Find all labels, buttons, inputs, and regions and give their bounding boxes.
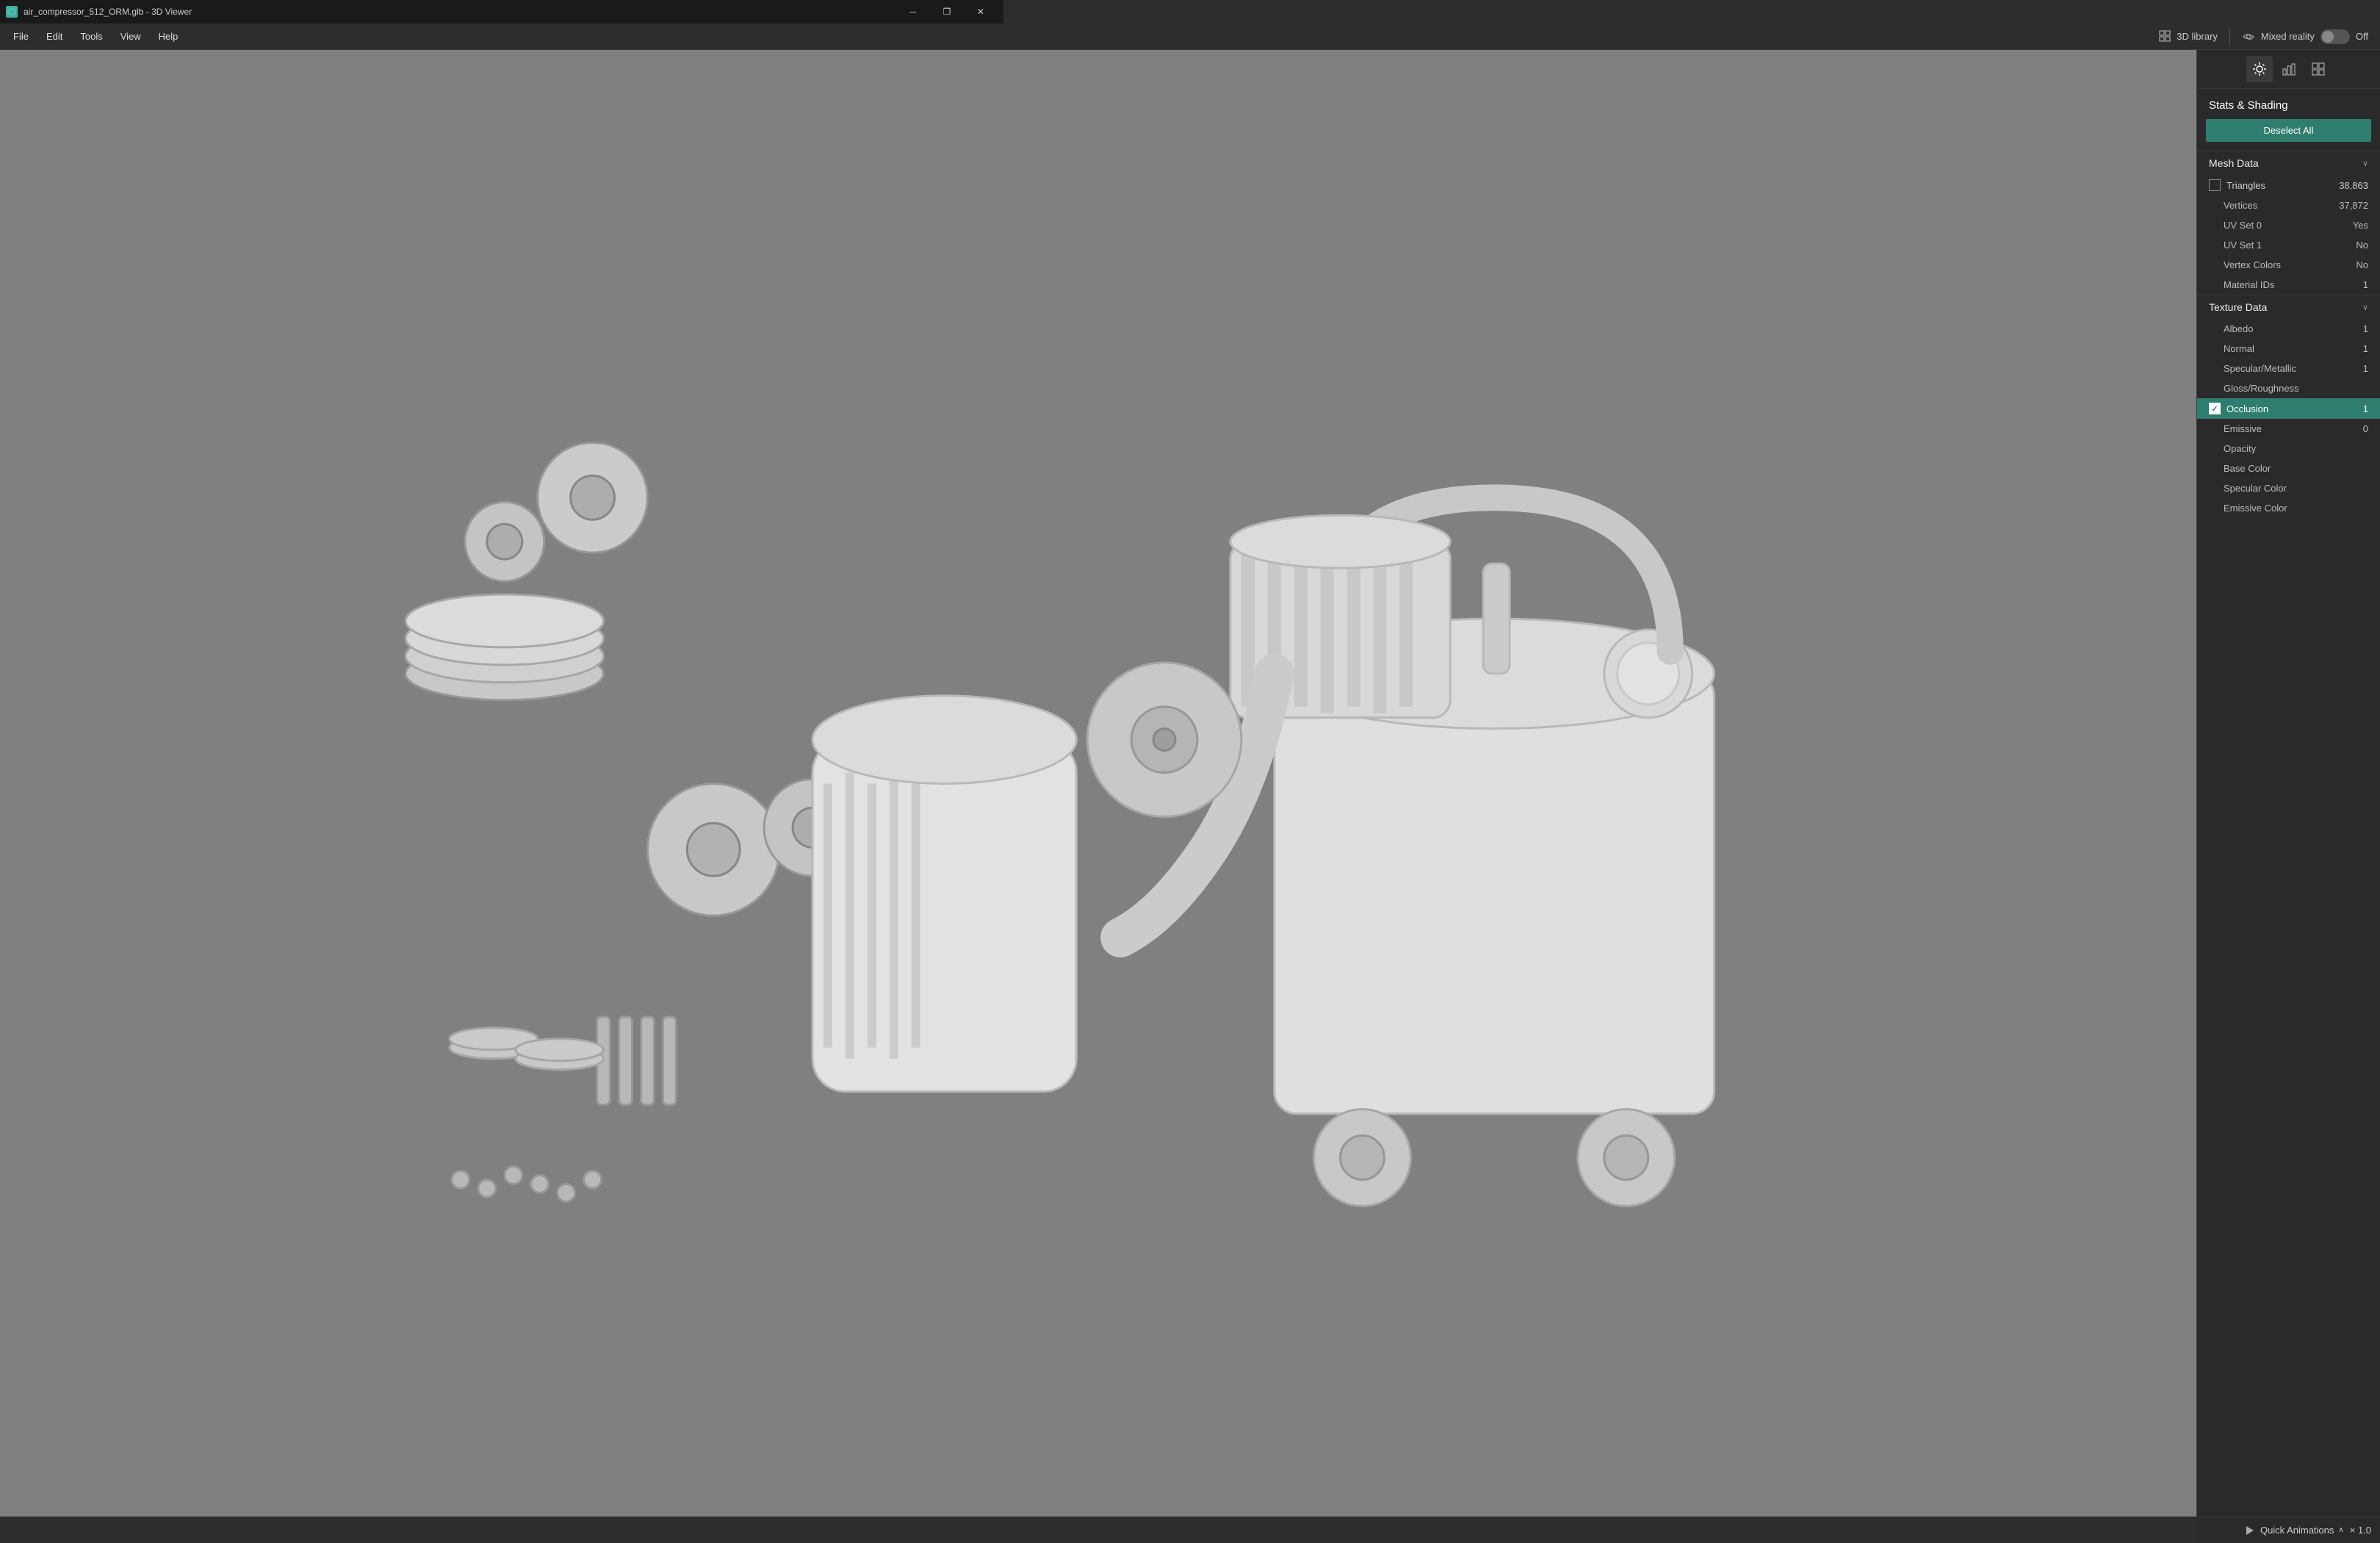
triangles-label: Triangles — [2226, 180, 2265, 191]
grid-icon — [2311, 62, 2326, 76]
scale-label: × 1.0 — [2350, 1525, 2371, 1536]
albedo-row: Albedo 1 — [2197, 319, 2380, 339]
menu-help[interactable]: Help — [151, 28, 186, 45]
bottom-bar: Quick Animations ∧ × 1.0 — [2196, 1517, 2380, 1543]
mixed-reality-icon — [2242, 30, 2255, 43]
uv-set-1-value: No — [2356, 240, 2368, 251]
specular-metallic-label: Specular/Metallic — [2224, 363, 2296, 374]
vertices-label: Vertices — [2224, 200, 2257, 211]
library-label: 3D library — [2177, 31, 2218, 42]
vertices-row: Vertices 37,872 — [2197, 195, 2380, 215]
mixed-reality-toggle[interactable] — [2320, 29, 2350, 44]
animation-icon — [2244, 1525, 2256, 1536]
emissive-color-label: Emissive Color — [2224, 503, 2287, 514]
emissive-row: Emissive 0 — [2197, 419, 2380, 439]
menu-file[interactable]: File — [6, 28, 36, 45]
gloss-roughness-row: Gloss/Roughness — [2197, 378, 2380, 398]
triangles-value: 38,863 — [2339, 180, 2368, 191]
quick-animations-label: Quick Animations — [2260, 1525, 2334, 1536]
occlusion-checkbox[interactable] — [2209, 403, 2221, 414]
vertex-colors-value: No — [2356, 259, 2368, 270]
uv-set-0-row: UV Set 0 Yes — [2197, 215, 2380, 235]
normal-label: Normal — [2224, 343, 2254, 354]
opacity-label: Opacity — [2224, 443, 2256, 454]
app-icon — [6, 6, 18, 18]
3d-library-button[interactable]: 3D library — [2159, 30, 2218, 43]
uv-set-0-label: UV Set 0 — [2224, 220, 2262, 231]
material-ids-label: Material IDs — [2224, 279, 2274, 290]
specular-color-label: Specular Color — [2224, 483, 2287, 494]
mesh-data-header[interactable]: Mesh Data ∨ — [2197, 151, 2380, 175]
menu-edit[interactable]: Edit — [39, 28, 70, 45]
titlebar-left: air_compressor_512_ORM.glb - 3D Viewer — [6, 6, 192, 18]
occlusion-row[interactable]: Occlusion 1 — [2197, 398, 2380, 419]
menubar: File Edit Tools View Help — [0, 28, 185, 45]
uv-set-1-row: UV Set 1 No — [2197, 235, 2380, 255]
uv-set-0-value: Yes — [2353, 220, 2368, 231]
toggle-state-label: Off — [2356, 31, 2368, 42]
emissive-color-row: Emissive Color — [2197, 498, 2380, 518]
menu-tools[interactable]: Tools — [73, 28, 109, 45]
menu-view[interactable]: View — [113, 28, 148, 45]
material-ids-row: Material IDs 1 — [2197, 275, 2380, 295]
window-title: air_compressor_512_ORM.glb - 3D Viewer — [24, 7, 192, 17]
deselect-all-button[interactable]: Deselect All — [2206, 119, 2371, 142]
texture-data-label: Texture Data — [2209, 301, 2267, 313]
normal-row: Normal 1 — [2197, 339, 2380, 359]
gloss-roughness-label: Gloss/Roughness — [2224, 383, 2299, 394]
base-color-label: Base Color — [2224, 463, 2271, 474]
compressor-model — [275, 234, 1922, 1334]
panel-toolbar — [2197, 50, 2380, 89]
opacity-row: Opacity — [2197, 439, 2380, 458]
library-icon — [2159, 30, 2172, 43]
titlebar-controls[interactable]: ─ ❐ ✕ — [896, 0, 998, 24]
sun-icon — [2252, 62, 2267, 76]
vertex-colors-label: Vertex Colors — [2224, 259, 2281, 270]
stats-toolbar-btn[interactable] — [2246, 56, 2273, 82]
normal-value: 1 — [2363, 343, 2368, 354]
3d-viewport[interactable] — [0, 50, 2196, 1517]
occlusion-label: Occlusion — [2226, 403, 2268, 414]
emissive-value: 0 — [2363, 423, 2368, 434]
uv-set-1-label: UV Set 1 — [2224, 240, 2262, 251]
specular-metallic-row: Specular/Metallic 1 — [2197, 359, 2380, 378]
texture-data-chevron-icon: ∨ — [2362, 303, 2368, 312]
texture-data-header[interactable]: Texture Data ∨ — [2197, 295, 2380, 319]
bar-chart-icon — [2282, 62, 2296, 76]
chart-toolbar-btn[interactable] — [2276, 56, 2302, 82]
maximize-button[interactable]: ❐ — [930, 0, 964, 24]
specular-color-row: Specular Color — [2197, 478, 2380, 498]
triangles-row[interactable]: Triangles 38,863 — [2197, 175, 2380, 195]
close-button[interactable]: ✕ — [964, 0, 998, 24]
chevron-up-icon: ∧ — [2338, 1526, 2343, 1534]
separator — [2229, 28, 2230, 46]
mesh-data-chevron-icon: ∨ — [2362, 159, 2368, 168]
vertices-value: 37,872 — [2339, 200, 2368, 211]
right-panel: Stats & Shading Deselect All Mesh Data ∨… — [2196, 50, 2380, 1517]
albedo-label: Albedo — [2224, 323, 2253, 334]
grid-toolbar-btn[interactable] — [2305, 56, 2332, 82]
specular-metallic-value: 1 — [2363, 363, 2368, 374]
titlebar: air_compressor_512_ORM.glb - 3D Viewer ─… — [0, 0, 1003, 24]
occlusion-value: 1 — [2363, 403, 2368, 414]
emissive-label: Emissive — [2224, 423, 2262, 434]
app-bar: File Edit Tools View Help 3D library Mix… — [0, 24, 2380, 50]
material-ids-value: 1 — [2363, 279, 2368, 290]
base-color-row: Base Color — [2197, 458, 2380, 478]
mesh-data-label: Mesh Data — [2209, 157, 2259, 169]
viewport-area[interactable] — [0, 50, 2196, 1517]
albedo-value: 1 — [2363, 323, 2368, 334]
panel-title: Stats & Shading — [2197, 89, 2380, 119]
mixed-reality-label: Mixed reality — [2261, 31, 2315, 42]
mixed-reality-group: Mixed reality Off — [2242, 29, 2368, 44]
triangles-checkbox[interactable] — [2209, 179, 2221, 191]
minimize-button[interactable]: ─ — [896, 0, 930, 24]
quick-animations-button[interactable]: Quick Animations ∧ — [2244, 1525, 2344, 1536]
vertex-colors-row: Vertex Colors No — [2197, 255, 2380, 275]
